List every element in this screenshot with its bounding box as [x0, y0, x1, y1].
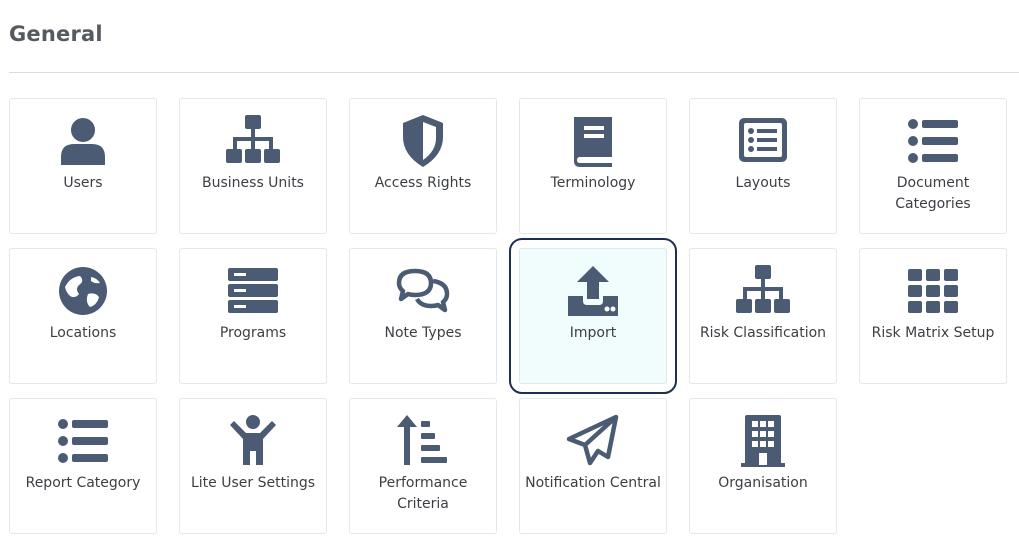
- tile-users[interactable]: Users: [9, 98, 157, 234]
- tile-document-categories[interactable]: Document Categories: [859, 98, 1007, 234]
- user-icon: [55, 113, 111, 169]
- tile-note-types[interactable]: Note Types: [349, 248, 497, 384]
- tile-label: Note Types: [384, 325, 462, 341]
- tile-import[interactable]: Import: [509, 238, 677, 394]
- tile-locations[interactable]: Locations: [9, 248, 157, 384]
- tile-organisation[interactable]: Organisation: [689, 398, 837, 534]
- tile-label: Programs: [219, 325, 287, 341]
- tile-label: Risk Matrix Setup: [871, 325, 995, 341]
- tile-label: Users: [63, 175, 103, 191]
- paper-plane-icon: [565, 413, 621, 469]
- globe-icon: [55, 263, 111, 319]
- tile-label: Report Category: [25, 475, 141, 491]
- tile-label: Performance Criteria: [378, 475, 468, 512]
- tile-label: Notification Central: [525, 475, 661, 491]
- section-divider: [9, 72, 1019, 73]
- list-icon: [905, 113, 961, 169]
- shield-icon: [395, 113, 451, 169]
- tile-notification-central[interactable]: Notification Central: [519, 398, 667, 534]
- settings-page: General Users Business Units Access Righ…: [0, 0, 1019, 549]
- server-icon: [225, 263, 281, 319]
- tile-performance-criteria[interactable]: Performance Criteria: [349, 398, 497, 534]
- list-alt-icon: [735, 113, 791, 169]
- tile-report-category[interactable]: Report Category: [9, 398, 157, 534]
- tile-business-units[interactable]: Business Units: [179, 98, 327, 234]
- tile-label: Access Rights: [374, 175, 472, 191]
- tile-lite-user-settings[interactable]: Lite User Settings: [179, 398, 327, 534]
- tile-access-rights[interactable]: Access Rights: [349, 98, 497, 234]
- tile-label: Business Units: [202, 175, 304, 191]
- tile-terminology[interactable]: Terminology: [519, 98, 667, 234]
- tile-risk-matrix-setup[interactable]: Risk Matrix Setup: [859, 248, 1007, 384]
- list-icon: [55, 413, 111, 469]
- tile-label: Layouts: [735, 175, 791, 191]
- comments-icon: [395, 263, 451, 319]
- grid-icon: [905, 263, 961, 319]
- tile-label: Lite User Settings: [190, 475, 316, 491]
- tile-label: Document Categories: [895, 175, 971, 212]
- tile-risk-classification[interactable]: Risk Classification: [689, 248, 837, 384]
- upload-icon: [565, 263, 621, 319]
- tile-label: Locations: [49, 325, 117, 341]
- tile-programs[interactable]: Programs: [179, 248, 327, 384]
- tile-label: Risk Classification: [699, 325, 827, 341]
- section-title: General: [9, 22, 103, 46]
- tile-label: Import: [569, 325, 617, 341]
- tile-layouts[interactable]: Layouts: [689, 98, 837, 234]
- sitemap-icon: [735, 263, 791, 319]
- sitemap-icon: [225, 113, 281, 169]
- building-icon: [735, 413, 791, 469]
- child-icon: [225, 413, 281, 469]
- sort-amount-up-icon: [395, 413, 451, 469]
- settings-tile-grid: Users Business Units Access Rights Termi…: [9, 98, 1019, 538]
- tile-label: Organisation: [718, 475, 808, 491]
- tile-label: Terminology: [550, 175, 636, 191]
- book-icon: [565, 113, 621, 169]
